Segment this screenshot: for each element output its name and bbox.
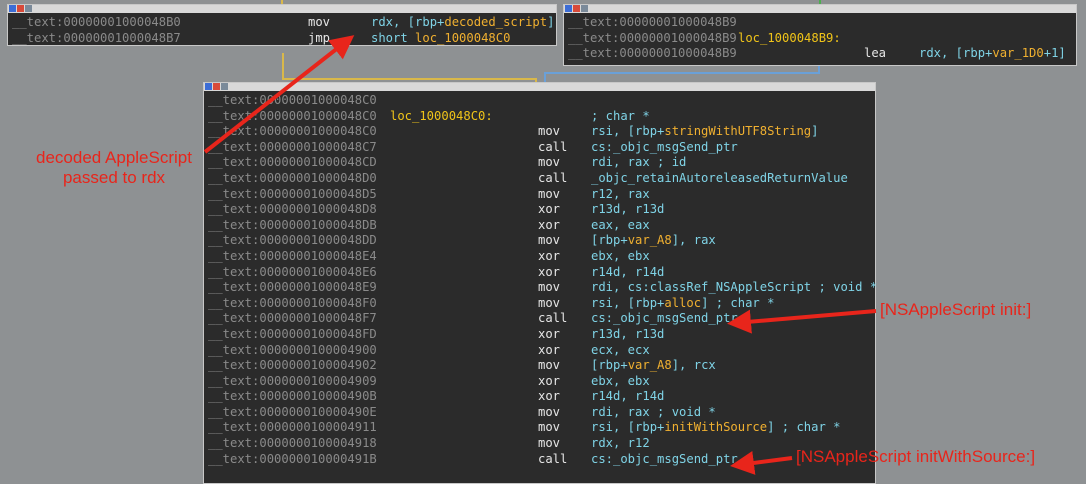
annotation-arrows (203, 35, 877, 475)
arrow-to-init-with-source (730, 451, 793, 475)
arrow-to-init (727, 309, 877, 334)
arrow-to-rdx (203, 35, 355, 154)
